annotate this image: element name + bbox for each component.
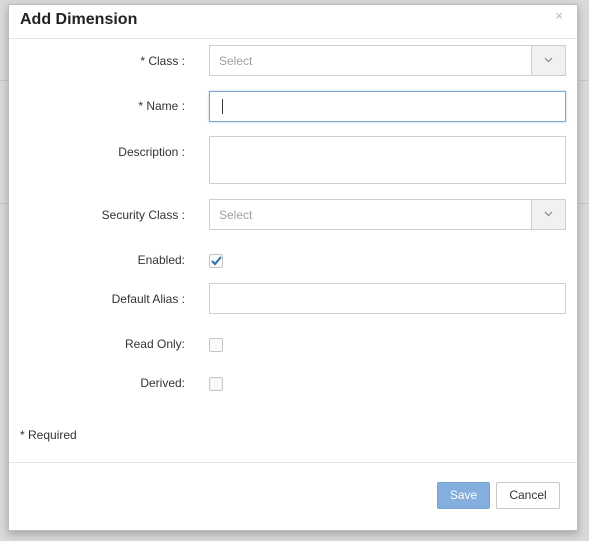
name-label: * Name : [138, 99, 185, 113]
chevron-down-icon [544, 57, 553, 63]
security-class-select-dropdown[interactable] [531, 200, 565, 229]
default-alias-label: Default Alias : [111, 292, 185, 306]
class-select-placeholder: Select [219, 54, 253, 68]
cancel-button[interactable]: Cancel [496, 482, 560, 509]
enabled-label: Enabled: [137, 253, 185, 267]
enabled-checkbox[interactable] [209, 254, 223, 268]
security-class-label: Security Class : [101, 208, 185, 222]
text-caret [222, 99, 223, 114]
footer-divider [9, 462, 577, 463]
save-button[interactable]: Save [437, 482, 490, 509]
required-note: * Required [20, 428, 77, 442]
add-dimension-dialog: Add Dimension × * Class : Select * Name … [8, 4, 578, 531]
derived-checkbox[interactable] [209, 377, 223, 391]
description-textarea[interactable] [209, 136, 566, 184]
dialog-header: Add Dimension × [9, 5, 577, 39]
class-select-dropdown[interactable] [531, 46, 565, 75]
name-input[interactable] [209, 91, 566, 122]
close-icon[interactable]: × [555, 8, 563, 23]
derived-label: Derived: [140, 376, 185, 390]
class-label: * Class : [140, 54, 185, 68]
read-only-label: Read Only: [124, 337, 185, 351]
description-label: Description : [118, 145, 185, 159]
read-only-checkbox[interactable] [209, 338, 223, 352]
chevron-down-icon [544, 211, 553, 217]
checkmark-icon [211, 256, 222, 266]
security-class-select-placeholder: Select [219, 208, 253, 222]
dialog-title: Add Dimension [20, 11, 138, 28]
class-select[interactable]: Select [209, 45, 566, 76]
security-class-select[interactable]: Select [209, 199, 566, 230]
default-alias-input[interactable] [209, 283, 566, 314]
